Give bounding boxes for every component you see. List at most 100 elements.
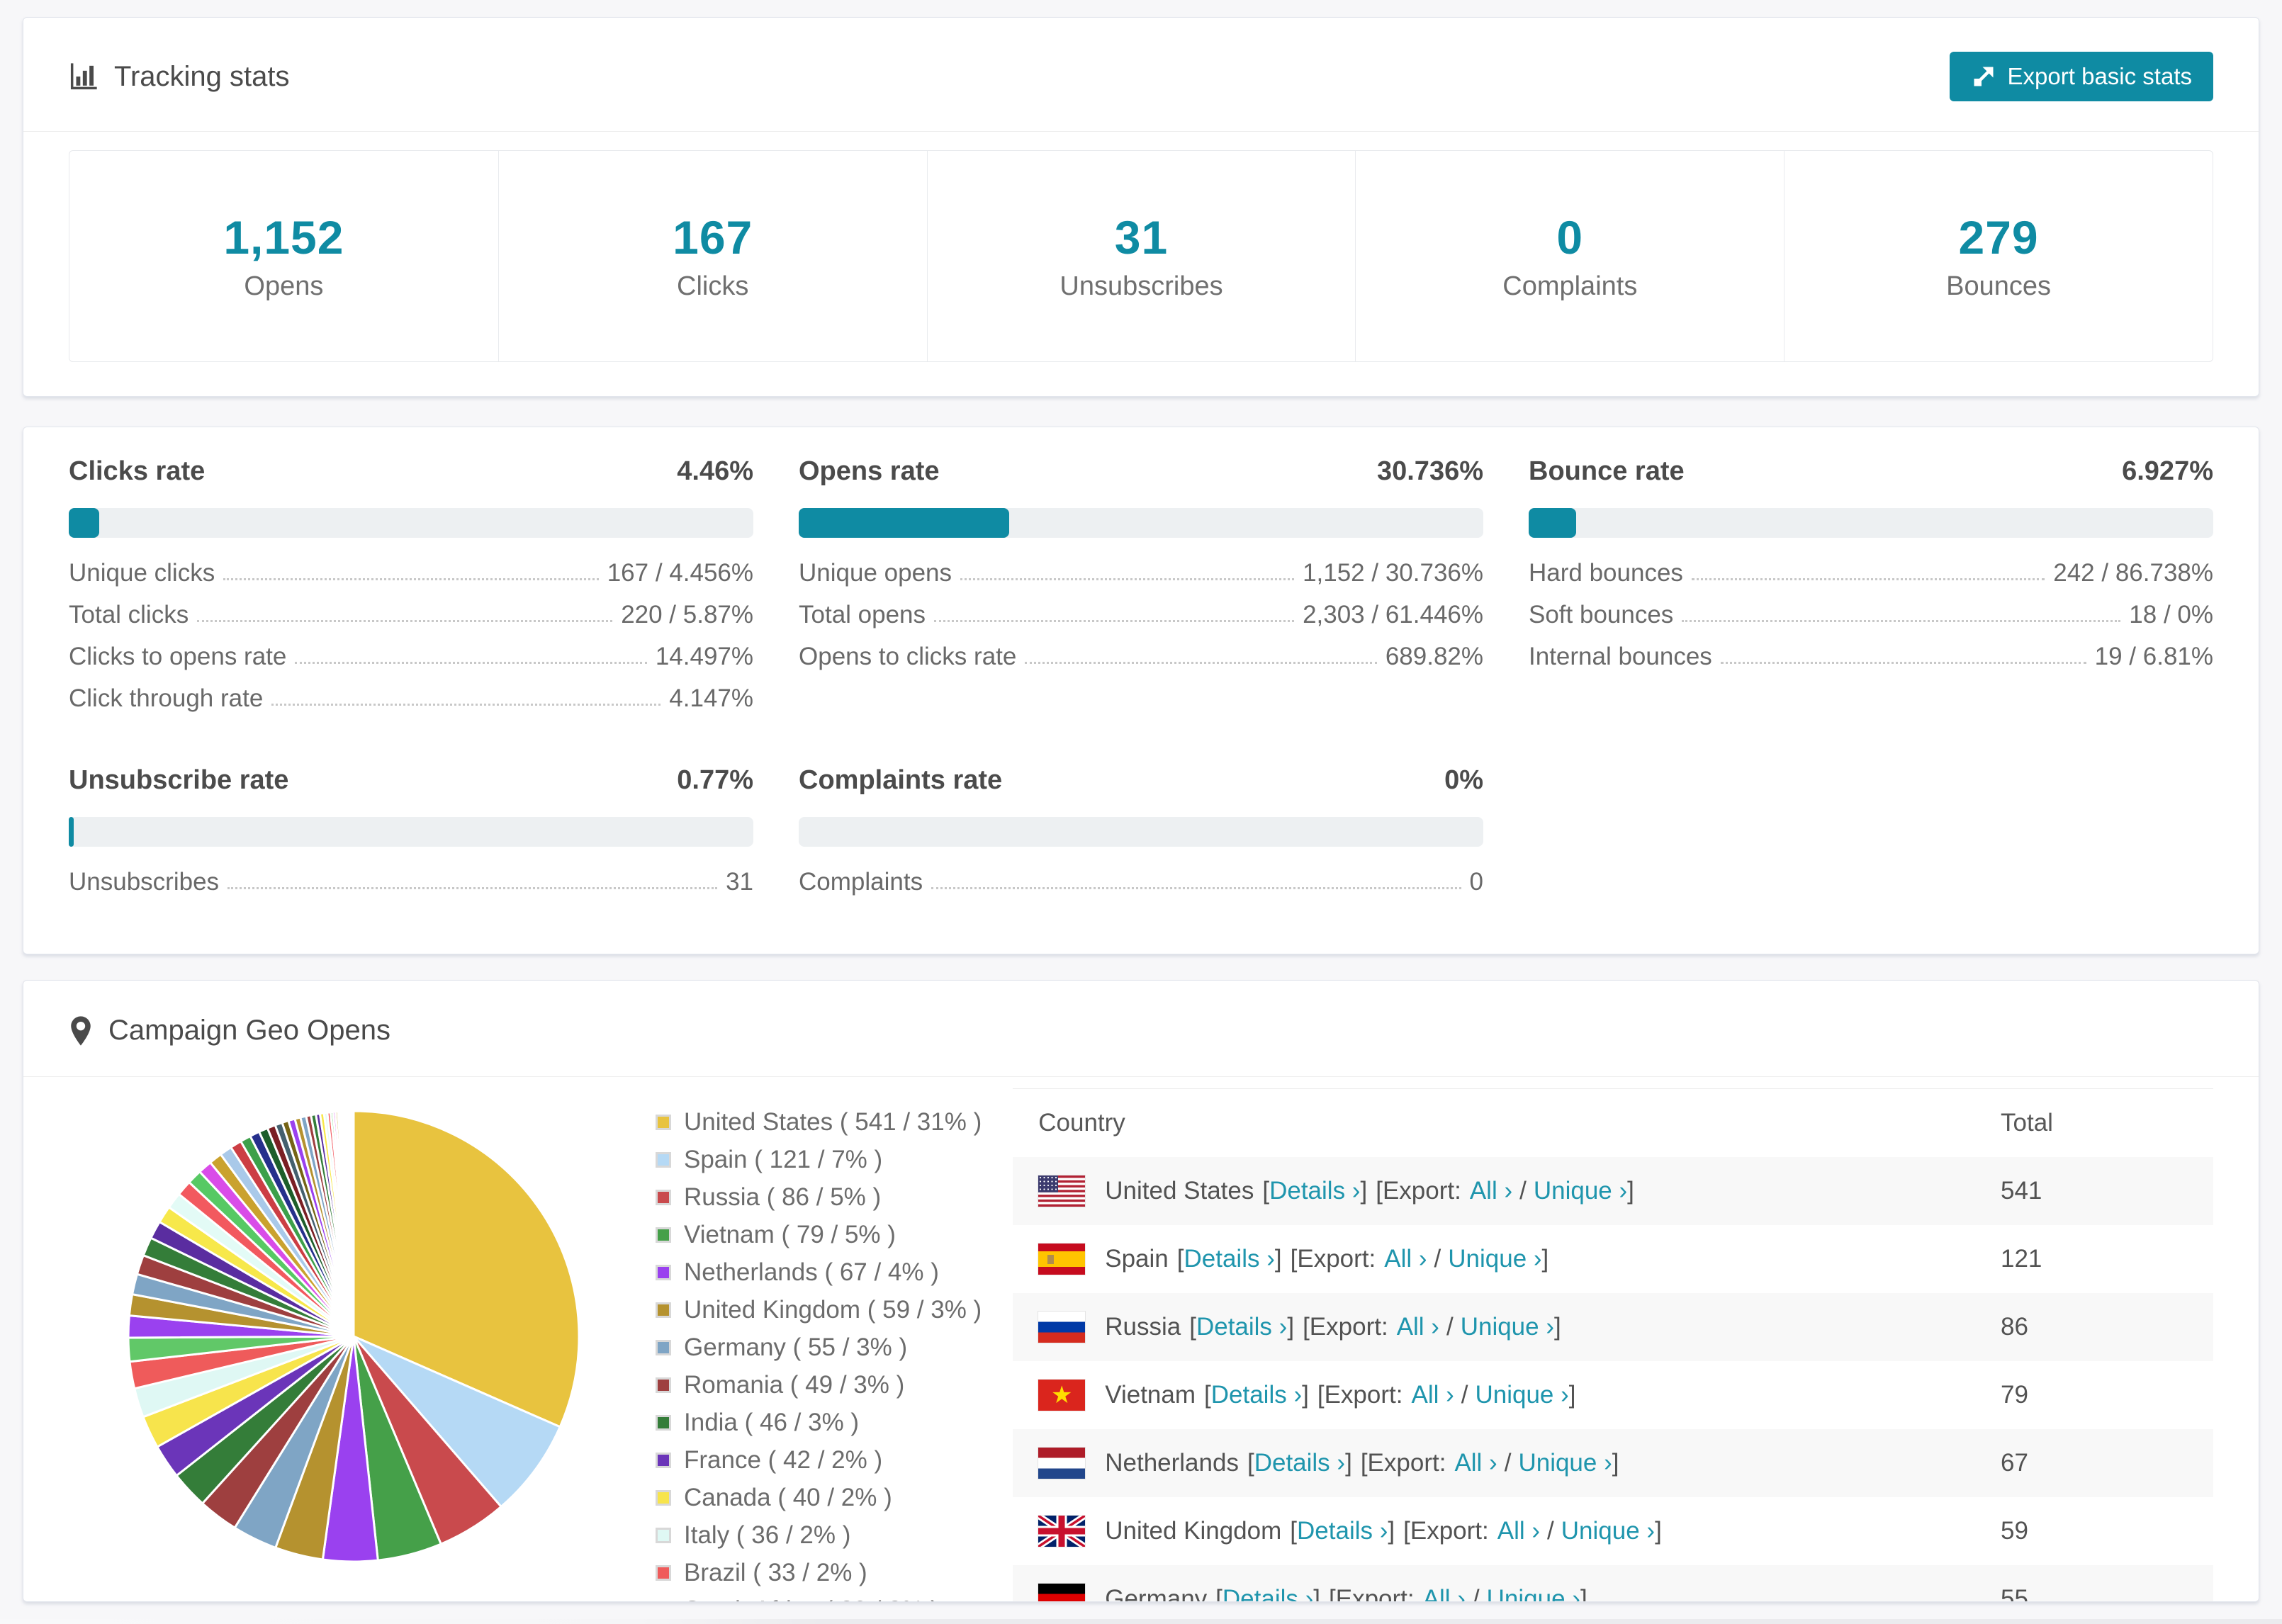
export-unique-link[interactable]: Unique › xyxy=(1475,1381,1568,1409)
legend-item[interactable]: Spain ( 121 / 7% ) xyxy=(656,1146,982,1174)
bracket: [ xyxy=(1376,1177,1383,1205)
country-cell: United States [Details ›] [Export: All › /… xyxy=(1013,1175,2001,1207)
country-name: Germany xyxy=(1105,1585,1208,1602)
progress-bar-fill xyxy=(69,817,74,847)
campaign-geo-opens-card: Campaign Geo Opens United States ( 541 /… xyxy=(23,980,2259,1602)
export-all-link[interactable]: All › xyxy=(1470,1177,1512,1205)
details-link[interactable]: Details › xyxy=(1269,1177,1360,1205)
geo-title: Campaign Geo Opens xyxy=(108,1015,391,1046)
separator: / xyxy=(1472,1585,1480,1602)
legend-item[interactable]: India ( 46 / 3% ) xyxy=(656,1409,982,1437)
rate-detail-value: 31 xyxy=(726,868,753,896)
rate-detail-label: Unique clicks xyxy=(69,559,215,587)
legend-label: Spain ( 121 / 7% ) xyxy=(684,1146,883,1173)
legend-swatch xyxy=(656,1453,671,1468)
legend-item[interactable]: Italy ( 36 / 2% ) xyxy=(656,1521,982,1550)
bracket: [ xyxy=(1303,1313,1310,1341)
geo-pie-chart[interactable] xyxy=(120,1103,588,1570)
export-basic-stats-label: Export basic stats xyxy=(2007,63,2192,89)
country-cell: Russia [Details ›] [Export: All › / Unique … xyxy=(1013,1312,2001,1343)
rate-detail-row: Hard bounces 242 / 86.738% xyxy=(1529,560,2213,585)
bracket: [ xyxy=(1215,1585,1222,1602)
export-all-link[interactable]: All › xyxy=(1411,1381,1454,1409)
export-all-link[interactable]: All › xyxy=(1454,1449,1497,1477)
counter-label: Bounces xyxy=(1946,271,2052,301)
country-flag-icon xyxy=(1038,1584,1086,1601)
legend-item[interactable]: United States ( 541 / 31% ) xyxy=(656,1108,982,1137)
rate-detail-value: 1,152 / 30.736% xyxy=(1303,559,1483,587)
export-unique-link[interactable]: Unique › xyxy=(1518,1449,1612,1477)
separator: / xyxy=(1504,1449,1512,1477)
legend-item[interactable]: United Kingdom ( 59 / 3% ) xyxy=(656,1296,982,1324)
counter-cell: 31 Unsubscribes xyxy=(926,151,1356,361)
export-unique-link[interactable]: Unique › xyxy=(1561,1517,1655,1545)
export-all-link[interactable]: All › xyxy=(1497,1517,1540,1545)
legend-item[interactable]: Netherlands ( 67 / 4% ) xyxy=(656,1258,982,1287)
country-table-row: Russia [Details ›] [Export: All › / Unique … xyxy=(1013,1293,2213,1361)
export-basic-stats-button[interactable]: Export basic stats xyxy=(1949,52,2213,101)
rate-detail-row: Clicks to opens rate 14.497% xyxy=(69,644,753,669)
legend-item[interactable]: Vietnam ( 79 / 5% ) xyxy=(656,1221,982,1249)
rate-detail-value: 689.82% xyxy=(1385,643,1483,670)
rate-panel: Bounce rate 6.927% Hard bounces 242 / 86… xyxy=(1529,456,2213,711)
counters-row: 1,152 Opens 167 Clicks 31 Unsubscribes 0… xyxy=(69,150,2213,362)
legend-label: Italy ( 36 / 2% ) xyxy=(684,1521,851,1549)
rate-panel-value: 30.736% xyxy=(1376,456,1483,486)
separator: / xyxy=(1547,1517,1554,1545)
bracket: [ xyxy=(1290,1517,1298,1545)
rate-panel-head: Bounce rate 6.927% xyxy=(1529,456,2213,487)
export-all-link[interactable]: All › xyxy=(1397,1313,1439,1341)
export-all-link[interactable]: All › xyxy=(1423,1585,1466,1601)
rate-detail-label: Unique opens xyxy=(799,559,952,587)
country-name: Russia xyxy=(1105,1313,1181,1341)
rate-detail-label: Complaints xyxy=(799,868,923,896)
details-link[interactable]: Details › xyxy=(1196,1313,1287,1341)
rate-panel: Opens rate 30.736% Unique opens 1,152 / … xyxy=(799,456,1483,711)
country-flag-icon xyxy=(1038,1380,1086,1411)
details-link[interactable]: Details › xyxy=(1211,1381,1302,1409)
details-link[interactable]: Details › xyxy=(1222,1585,1313,1601)
details-link[interactable]: Details › xyxy=(1184,1245,1275,1273)
rate-detail-value: 19 / 6.81% xyxy=(2094,643,2213,670)
bracket: [ xyxy=(1290,1245,1298,1273)
bracket: ] xyxy=(1287,1313,1295,1341)
rate-detail-row: Click through rate 4.147% xyxy=(69,686,753,711)
details-link[interactable]: Details › xyxy=(1297,1517,1388,1545)
legend-item[interactable]: France ( 42 / 2% ) xyxy=(656,1446,982,1474)
tracking-stats-title-wrap: Tracking stats xyxy=(69,61,289,93)
legend-item[interactable]: Germany ( 55 / 3% ) xyxy=(656,1333,982,1362)
bracket: [ xyxy=(1317,1381,1325,1409)
country-cell: Netherlands [Details ›] [Export: All › / Un… xyxy=(1013,1448,2001,1479)
country-total: 79 xyxy=(2001,1381,2028,1409)
dotted-leader xyxy=(931,887,1461,889)
legend-item[interactable]: Canada ( 40 / 2% ) xyxy=(656,1484,982,1512)
progress-bar xyxy=(799,817,1483,847)
legend-label: Brazil ( 33 / 2% ) xyxy=(684,1559,867,1586)
export-unique-link[interactable]: Unique › xyxy=(1448,1245,1541,1273)
page-title: Tracking stats xyxy=(114,60,290,92)
dotted-leader xyxy=(271,704,661,706)
legend-item[interactable]: Russia ( 86 / 5% ) xyxy=(656,1183,982,1212)
country-flag-icon xyxy=(1038,1244,1086,1275)
rate-panel: Complaints rate 0% Complaints 0 xyxy=(799,765,1483,894)
details-link[interactable]: Details › xyxy=(1254,1449,1345,1477)
export-unique-link[interactable]: Unique › xyxy=(1534,1177,1627,1205)
rate-panel-value: 0% xyxy=(1444,765,1483,795)
export-all-link[interactable]: All › xyxy=(1384,1245,1427,1273)
legend-item[interactable]: Romania ( 49 / 3% ) xyxy=(656,1371,982,1399)
legend-item[interactable]: Brazil ( 33 / 2% ) xyxy=(656,1559,982,1587)
geo-table-header: Country Total xyxy=(1013,1089,2213,1157)
counter-value: 279 xyxy=(1958,211,2039,264)
rate-detail-row: Internal bounces 19 / 6.81% xyxy=(1529,644,2213,669)
rate-detail-label: Total clicks xyxy=(69,601,189,628)
bracket: ] xyxy=(1388,1517,1395,1545)
export-unique-link[interactable]: Unique › xyxy=(1487,1585,1580,1601)
rate-detail-row: Total opens 2,303 / 61.446% xyxy=(799,602,1483,627)
export-unique-link[interactable]: Unique › xyxy=(1461,1313,1554,1341)
export-prefix: Export: xyxy=(1335,1585,1415,1602)
bracket: [ xyxy=(1329,1585,1336,1602)
legend-item[interactable]: South Africa ( 29 / 2% ) xyxy=(656,1596,982,1601)
map-pin-icon xyxy=(71,1015,91,1046)
bracket: ] xyxy=(1655,1517,1662,1545)
country-total: 55 xyxy=(2001,1585,2028,1602)
